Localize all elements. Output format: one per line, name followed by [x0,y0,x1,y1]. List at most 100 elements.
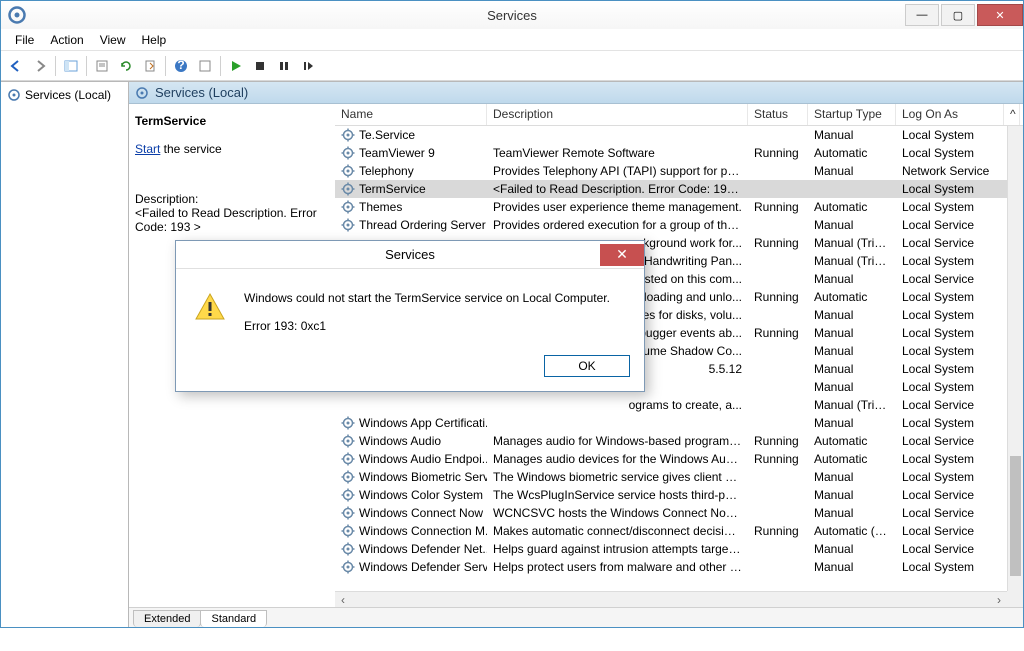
table-row[interactable]: Windows Audio Manages audio for Windows-b… [335,432,1023,450]
scroll-right-icon[interactable]: › [991,592,1007,608]
service-status-cell: Running [748,434,808,448]
table-row[interactable]: Thread Ordering ServerProvides ordered e… [335,216,1023,234]
table-row[interactable]: ograms to create, a...Manual (Trig...Loc… [335,396,1023,414]
service-logon-cell: Local System [896,290,1004,304]
col-startup[interactable]: Startup Type [808,104,896,125]
service-name-label: Te.Service [359,128,415,142]
table-row[interactable]: Windows App Certificati...ManualLocal Sy… [335,414,1023,432]
service-logon-cell: Local Service [896,434,1004,448]
dialog-buttons: OK [176,345,644,391]
service-desc-cell: TeamViewer Remote Software [487,146,748,160]
restart-service-button[interactable] [297,55,319,77]
gear-icon [341,470,355,484]
service-desc-cell: WCNCSVC hosts the Windows Connect Now C.… [487,506,748,520]
description-label: Description: [135,192,325,206]
service-name-label: Windows Audio [359,434,441,448]
service-name-label: Windows Defender Net... [359,542,487,556]
table-row[interactable]: Windows Defender Net...Helps guard again… [335,540,1023,558]
service-desc-cell: Provides ordered execution for a group o… [487,218,748,232]
gear-icon [341,182,355,196]
start-service-button[interactable] [225,55,247,77]
table-row[interactable]: ThemesProvides user experience theme man… [335,198,1023,216]
toolbar-extra-button[interactable] [194,55,216,77]
gear-icon [341,506,355,520]
table-row[interactable]: Windows Connection M...Makes automatic c… [335,522,1023,540]
selected-service-name: TermService [135,114,325,128]
service-startup-cell: Manual [808,362,896,376]
start-link[interactable]: Start [135,142,160,156]
table-row[interactable]: Te.ServiceManualLocal System [335,126,1023,144]
service-logon-cell: Local System [896,416,1004,430]
menu-help[interactable]: Help [134,31,175,49]
service-status-cell: Running [748,290,808,304]
service-startup-cell: Manual [808,344,896,358]
back-button[interactable] [5,55,27,77]
table-row[interactable]: Windows Audio Endpoi...Manages audio dev… [335,450,1023,468]
table-row[interactable]: Windows Defender Servi...Helps protect u… [335,558,1023,576]
titlebar: Services — ▢ ✕ [1,1,1023,29]
service-name-label: Windows Connect Now ... [359,506,487,520]
forward-button[interactable] [29,55,51,77]
service-logon-cell: Local System [896,560,1004,574]
service-desc-cell: Manages audio for Windows-based programs… [487,434,748,448]
service-name-cell: Themes [335,200,487,214]
action-suffix: the service [160,142,221,156]
service-logon-cell: Local Service [896,488,1004,502]
service-logon-cell: Local Service [896,542,1004,556]
gear-icon [341,488,355,502]
service-startup-cell: Automatic [808,452,896,466]
gear-icon [341,200,355,214]
properties-button[interactable] [91,55,113,77]
service-startup-cell: Manual [808,416,896,430]
tree-root[interactable]: Services (Local) [5,86,124,104]
service-name-cell: Telephony [335,164,487,178]
service-name-cell: Windows Connection M... [335,524,487,538]
horizontal-scrollbar[interactable]: ‹ › [335,591,1007,607]
service-name-label: Windows Color System [359,488,483,502]
service-startup-cell: Manual [808,308,896,322]
service-logon-cell: Local Service [896,272,1004,286]
tab-standard[interactable]: Standard [200,610,267,627]
menu-view[interactable]: View [92,31,134,49]
table-row[interactable]: Windows Color SystemThe WcsPlugInService… [335,486,1023,504]
service-name-cell: Windows Biometric Serv... [335,470,487,484]
table-row[interactable]: Windows Connect Now ...WCNCSVC hosts the… [335,504,1023,522]
panel-header: Services (Local) [129,82,1023,104]
service-name-cell: TermService [335,182,487,196]
description-value: <Failed to Read Description. Error Code:… [135,206,325,234]
service-logon-cell: Local Service [896,506,1004,520]
table-row[interactable]: Windows Biometric Serv...The Windows bio… [335,468,1023,486]
service-name-label: Windows Connection M... [359,524,487,538]
scrollbar-thumb[interactable] [1010,456,1021,576]
vertical-scrollbar[interactable] [1007,126,1023,591]
service-logon-cell: Local Service [896,218,1004,232]
ok-button[interactable]: OK [544,355,630,377]
col-status[interactable]: Status [748,104,808,125]
table-row[interactable]: TeamViewer 9TeamViewer Remote SoftwareRu… [335,144,1023,162]
help-button[interactable]: ? [170,55,192,77]
dialog-title: Services [176,247,644,262]
stop-service-button[interactable] [249,55,271,77]
scroll-left-icon[interactable]: ‹ [335,592,351,608]
service-logon-cell: Local System [896,254,1004,268]
menu-file[interactable]: File [7,31,42,49]
pause-service-button[interactable] [273,55,295,77]
table-row[interactable]: TermService<Failed to Read Description. … [335,180,1023,198]
table-row[interactable]: TelephonyProvides Telephony API (TAPI) s… [335,162,1023,180]
service-startup-cell: Automatic [808,200,896,214]
service-desc-cell: Provides user experience theme managemen… [487,200,748,214]
col-logon[interactable]: Log On As [896,104,1004,125]
col-name[interactable]: Name [335,104,487,125]
col-description[interactable]: Description [487,104,748,125]
view-tabs: Extended Standard [129,607,1023,627]
service-logon-cell: Local System [896,128,1004,142]
service-logon-cell: Local System [896,362,1004,376]
export-button[interactable] [139,55,161,77]
service-name-cell: Te.Service [335,128,487,142]
refresh-button[interactable] [115,55,137,77]
show-hide-tree-button[interactable] [60,55,82,77]
service-desc-cell: ograms to create, a... [487,398,748,412]
menu-action[interactable]: Action [42,31,91,49]
service-status-cell: Running [748,452,808,466]
tab-extended[interactable]: Extended [133,610,201,627]
